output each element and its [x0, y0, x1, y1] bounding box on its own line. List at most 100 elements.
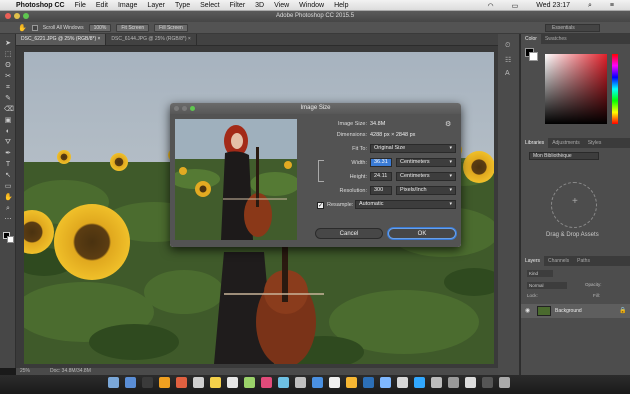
tab-adjustments[interactable]: Adjustments	[548, 138, 584, 148]
history-icon[interactable]: ⏲	[505, 42, 510, 50]
menu-type[interactable]: Type	[175, 2, 190, 9]
menu-view[interactable]: View	[274, 2, 289, 9]
menu-edit[interactable]: Edit	[96, 2, 108, 9]
hue-slider[interactable]	[612, 54, 618, 124]
fit-to-select[interactable]: Original Size ▾	[370, 144, 456, 153]
type-tool-icon[interactable]: T	[4, 161, 12, 168]
app-icon[interactable]	[244, 377, 255, 388]
menu-list-icon[interactable]: ≡	[610, 2, 614, 9]
blend-mode-select[interactable]: Normal	[527, 282, 567, 289]
slice-tool-icon[interactable]: ⌗	[4, 84, 12, 91]
brush-tool-icon[interactable]: ✎	[4, 95, 12, 102]
app-icon[interactable]	[159, 377, 170, 388]
app-icon[interactable]	[142, 377, 153, 388]
app-icon[interactable]	[380, 377, 391, 388]
layer-row[interactable]: ◉ Background 🔒	[521, 304, 630, 318]
zoom-readout[interactable]: 25%	[20, 368, 30, 375]
tab-document-1[interactable]: DSC_6221.JPG @ 25% (RGB/8*) ×	[16, 34, 107, 45]
more-tools-icon[interactable]: ⋯	[4, 216, 12, 223]
scroll-all-checkbox[interactable]	[31, 24, 38, 31]
pen-tool-icon[interactable]: ✒	[4, 150, 12, 157]
app-icon[interactable]	[295, 377, 306, 388]
menu-help[interactable]: Help	[334, 2, 348, 9]
wifi-icon[interactable]: ◠	[488, 2, 494, 10]
calendar-icon[interactable]	[227, 377, 238, 388]
app-icon[interactable]	[397, 377, 408, 388]
search-icon[interactable]: ⌕	[588, 2, 592, 10]
menu-image[interactable]: Image	[118, 2, 137, 9]
width-input[interactable]: 36.31	[370, 158, 392, 167]
app-icon[interactable]	[193, 377, 204, 388]
resample-select[interactable]: Automatic ▾	[355, 200, 456, 209]
ok-button[interactable]: OK	[388, 228, 456, 239]
eraser-tool-icon[interactable]: ⌫	[4, 106, 14, 113]
app-icon[interactable]	[448, 377, 459, 388]
layer-filter-select[interactable]: Kind	[527, 270, 553, 277]
app-icon[interactable]	[465, 377, 476, 388]
dialog-close-button[interactable]	[174, 106, 179, 111]
menu-window[interactable]: Window	[299, 2, 324, 9]
menu-file[interactable]: File	[75, 2, 86, 9]
tab-channels[interactable]: Channels	[544, 256, 573, 266]
library-select[interactable]: Mon Bibliothèque	[529, 152, 599, 160]
minimize-window-button[interactable]	[14, 13, 20, 19]
layer-name[interactable]: Background	[555, 308, 582, 314]
resample-checkbox[interactable]: ✓	[317, 202, 324, 209]
resolution-unit-select[interactable]: Pixels/Inch ▾	[396, 186, 456, 195]
workspace-switcher[interactable]: Essentials	[545, 24, 600, 32]
tab-document-2[interactable]: DSC_6144.JPG @ 25% (RGB/8*) ×	[106, 34, 197, 45]
character-icon[interactable]: A	[505, 70, 510, 77]
cancel-button[interactable]: Cancel	[315, 228, 383, 239]
close-icon[interactable]: ×	[188, 36, 191, 42]
zoom-window-button[interactable]	[23, 13, 29, 19]
hand-tool-icon[interactable]: ✋	[4, 194, 13, 201]
lasso-tool-icon[interactable]: ʘ	[4, 62, 12, 69]
app-icon[interactable]	[482, 377, 493, 388]
app-icon[interactable]	[329, 377, 340, 388]
photos-icon[interactable]	[261, 377, 272, 388]
crop-tool-icon[interactable]: ✂	[4, 73, 12, 80]
menu-select[interactable]: Select	[200, 2, 219, 9]
launchpad-icon[interactable]	[125, 377, 136, 388]
shape-tool-icon[interactable]: ▭	[4, 183, 12, 190]
notes-icon[interactable]	[210, 377, 221, 388]
app-menu[interactable]: Photoshop CC	[16, 2, 65, 9]
dodge-tool-icon[interactable]: ◐	[4, 128, 12, 135]
background-color-swatch[interactable]	[529, 52, 538, 61]
tab-libraries[interactable]: Libraries	[521, 138, 549, 148]
move-tool-icon[interactable]: ➤	[4, 40, 12, 47]
fit-screen-button[interactable]: Fit Screen	[116, 23, 150, 32]
gear-icon[interactable]: ⚙	[445, 120, 451, 128]
marquee-tool-icon[interactable]: ⬚	[4, 51, 12, 58]
messages-icon[interactable]	[278, 377, 289, 388]
width-unit-select[interactable]: Centimeters ▾	[396, 158, 456, 167]
trash-icon[interactable]	[499, 377, 510, 388]
app-icon[interactable]	[176, 377, 187, 388]
fill-screen-button[interactable]: Fill Screen	[154, 23, 188, 32]
tab-styles[interactable]: Styles	[584, 138, 606, 148]
close-window-button[interactable]	[5, 13, 11, 19]
zoom-100-button[interactable]: 100%	[88, 23, 112, 32]
dialog-zoom-button[interactable]	[190, 106, 195, 111]
height-input[interactable]: 24.11	[370, 172, 392, 181]
menu-filter[interactable]: Filter	[230, 2, 246, 9]
eye-icon[interactable]: ◉	[525, 307, 530, 314]
path-select-tool-icon[interactable]: ↖	[4, 172, 12, 179]
app-icon[interactable]	[363, 377, 374, 388]
menu-layer[interactable]: Layer	[147, 2, 165, 9]
menu-3d[interactable]: 3D	[255, 2, 264, 9]
zoom-tool-icon[interactable]: ⌕	[4, 205, 12, 212]
fill-tool-icon[interactable]: ▣	[4, 117, 12, 124]
properties-icon[interactable]: ☷	[505, 56, 511, 64]
tab-color[interactable]: Color	[521, 34, 541, 44]
app-icon[interactable]	[346, 377, 357, 388]
tab-paths[interactable]: Paths	[573, 256, 594, 266]
photoshop-icon[interactable]	[414, 377, 425, 388]
color-field[interactable]	[545, 54, 607, 124]
blur-tool-icon[interactable]: ⛛	[4, 139, 12, 146]
clock[interactable]: Wed 23:17	[536, 2, 570, 9]
tab-layers[interactable]: Layers	[521, 256, 545, 266]
battery-icon[interactable]: ▭	[512, 2, 519, 10]
mail-icon[interactable]	[312, 377, 323, 388]
tab-swatches[interactable]: Swatches	[541, 34, 571, 44]
